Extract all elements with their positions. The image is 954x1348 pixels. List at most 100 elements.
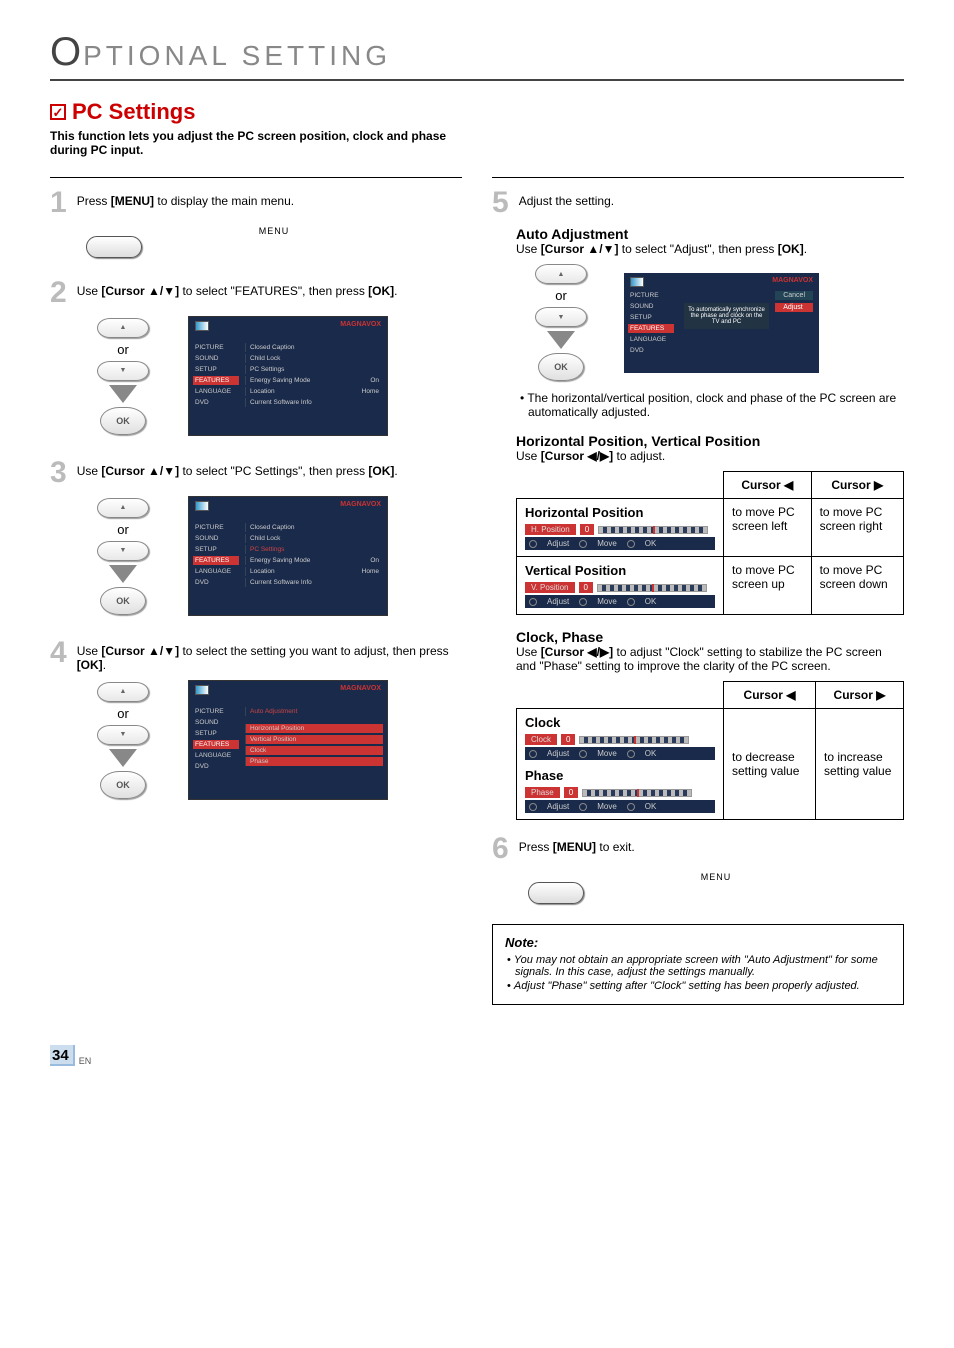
auto-head: Auto Adjustment [516, 226, 904, 242]
auto-box-message: To automatically synchronize the phase a… [684, 303, 769, 329]
tv-side-menu: PICTURE SOUND SETUP FEATURES LANGUAGE DV… [189, 497, 243, 615]
v-osd-zero: 0 [579, 582, 593, 593]
osd-adj: Adjust [547, 539, 569, 548]
osd-ok: OK [645, 749, 657, 758]
s4-mid: to select the setting you want to adjust… [179, 644, 449, 658]
m-cl: Child Lock [250, 355, 280, 362]
arrow-down-icon [109, 565, 137, 583]
s5-text: Adjust the setting. [519, 188, 904, 208]
menu-button-icon [86, 236, 142, 258]
note-1: You may not obtain an appropriate screen… [505, 954, 891, 978]
osd-mv: Move [597, 749, 617, 758]
cp-head: Clock, Phase [516, 629, 904, 645]
auto-bullet: • The horizontal/vertical position, cloc… [528, 391, 904, 419]
osd-ok: OK [645, 539, 657, 548]
v-label: Vertical Position [525, 563, 715, 578]
tv-side-picture: PICTURE [193, 707, 239, 716]
m-es-v: On [370, 557, 379, 564]
page-number: 34 EN [50, 1045, 904, 1066]
step-5: 5 Adjust the setting. [492, 188, 904, 218]
tv-main-list: Closed Caption Child Lock PC Settings En… [243, 317, 387, 435]
page-num-value: 34 [50, 1045, 75, 1066]
tv-side-dvd: DVD [193, 762, 239, 771]
s4-post: . [103, 658, 106, 672]
s2-post: . [394, 284, 397, 298]
dpad-down-icon: ▼ [535, 307, 587, 327]
step-6: 6 Press [MENU] to exit. [492, 834, 904, 864]
m-cl: Child Lock [250, 535, 280, 542]
cp-th-right: Cursor ▶ [816, 682, 904, 709]
auto-box-options: Cancel Adjust [775, 291, 813, 312]
page-lang: EN [79, 1056, 92, 1066]
tv-brand: MAGNAVOX [340, 321, 381, 328]
tv-side-picture: PICTURE [628, 291, 674, 300]
dpad-icon [579, 598, 587, 606]
arrow-down-icon [547, 331, 575, 349]
dpad-up-icon: ▲ [535, 264, 587, 284]
s2-pre: Use [77, 284, 102, 298]
chapter-title: O PTIONAL SETTING [50, 30, 904, 81]
pc-c: Clock [250, 747, 266, 754]
auto-post: . [804, 242, 807, 256]
m-es-v: On [370, 377, 379, 384]
cp-b: [Cursor ◀/▶] [541, 645, 613, 659]
ok-button-icon: OK [100, 771, 146, 799]
tv-side-setup: SETUP [193, 365, 239, 374]
step-1: 1 Press [MENU] to display the main menu. [50, 188, 462, 218]
osd-mv: Move [597, 802, 617, 811]
dpad-icon [529, 750, 537, 758]
tv-side-sound: SOUND [628, 302, 674, 311]
dpad-icon [579, 750, 587, 758]
osd-ok: OK [645, 802, 657, 811]
p-osd: Phase0 AdjustMoveOK [525, 787, 715, 813]
cp-pre: Use [516, 645, 541, 659]
arrow-down-icon [109, 749, 137, 767]
cp-th-left: Cursor ◀ [724, 682, 816, 709]
or-label: or [117, 342, 129, 357]
checkbox-icon: ✓ [50, 104, 66, 120]
hvpos-head: Horizontal Position, Vertical Position [516, 433, 904, 449]
m-pc: PC Settings [250, 546, 284, 553]
tv-side-features: FEATURES [193, 556, 239, 565]
step-number: 6 [492, 834, 509, 864]
s6-b: [MENU] [553, 840, 596, 854]
step-3: 3 Use [Cursor ▲/▼] to select "PC Setting… [50, 458, 462, 488]
p-osd-lbl: Phase [525, 787, 560, 798]
s4-b2: [OK] [77, 658, 103, 672]
tv-side-setup: SETUP [193, 729, 239, 738]
osd-adj: Adjust [547, 749, 569, 758]
c-osd: Clock0 AdjustMoveOK [525, 734, 715, 760]
auto-b2: [OK] [778, 242, 804, 256]
ok-icon [627, 598, 635, 606]
m-es: Energy Saving Mode [250, 377, 310, 384]
tv-main-list: Auto Adjustment Horizontal Position Vert… [243, 681, 387, 799]
ok-button-icon: OK [100, 587, 146, 615]
tv-main-list: Closed Caption Child Lock PC Settings En… [243, 497, 387, 615]
tv-side-sound: SOUND [193, 354, 239, 363]
v-right: to move PC screen down [811, 557, 903, 615]
or-label: or [117, 706, 129, 721]
s3-b1: [Cursor ▲/▼] [101, 464, 179, 478]
s2-b2: [OK] [368, 284, 394, 298]
intro-text: This function lets you adjust the PC scr… [50, 129, 450, 157]
slider-icon [582, 789, 692, 797]
note-2: Adjust "Phase" setting after "Clock" set… [505, 980, 891, 992]
tv-side-language: LANGUAGE [628, 335, 674, 344]
or-label: or [555, 288, 567, 303]
ok-icon [627, 540, 635, 548]
tv-side-sound: SOUND [193, 534, 239, 543]
dpad-icon [529, 540, 537, 548]
slider-icon [579, 736, 689, 744]
s3-pre: Use [77, 464, 102, 478]
pc-p: Phase [250, 758, 268, 765]
hv-b: [Cursor ◀/▶] [541, 449, 613, 463]
dpad-icon [579, 540, 587, 548]
dpad-icon [579, 803, 587, 811]
dpad-illustration: ▲ or ▼ OK [78, 682, 168, 799]
menu-button-icon [528, 882, 584, 904]
tv-side-setup: SETUP [193, 545, 239, 554]
v-osd: V. Position0 AdjustMoveOK [525, 582, 715, 608]
step-number: 5 [492, 188, 509, 218]
m-loc-v: Home [362, 388, 379, 395]
pc-h: Horizontal Position [250, 725, 304, 732]
